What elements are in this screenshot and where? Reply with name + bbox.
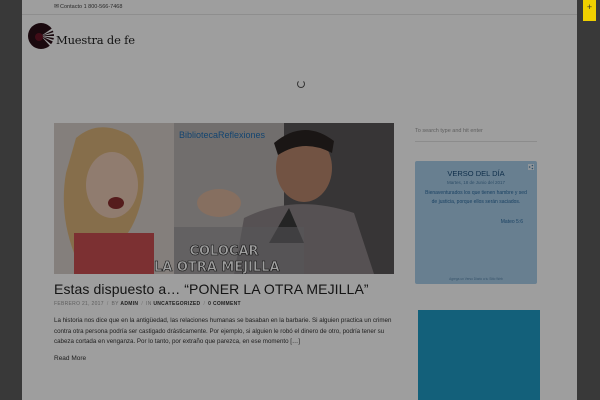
read-more-link[interactable]: Read More — [54, 355, 86, 362]
corner-toggle[interactable]: + — [583, 0, 596, 21]
post-meta: FEBRERO 21, 2017/BY ADMIN / IN UNCATEGORIZ… — [54, 301, 241, 307]
contact-text: Contacto 1 800-566-7468 — [60, 4, 123, 10]
image-caption-line1: COLOCAR — [189, 244, 258, 259]
verse-title: VERSO DEL DÍA — [447, 169, 505, 178]
verse-reference: Mateo 5:6 — [500, 219, 523, 225]
in-label: IN — [146, 301, 152, 307]
post-date: FEBRERO 21, 2017 — [54, 301, 104, 307]
post-comments[interactable]: 0 COMMENT — [208, 301, 241, 307]
plus-icon: + — [586, 2, 593, 12]
logo-icon[interactable] — [26, 21, 56, 51]
spinner-icon — [297, 80, 305, 88]
site-title[interactable]: Muestra de fe — [56, 33, 135, 47]
post-category[interactable]: UNCATEGORIZED — [153, 301, 200, 307]
post-featured-image[interactable]: BibliotecaReflexiones COLOCAR LA OTRA ME… — [54, 123, 394, 274]
sidebar-banner — [418, 310, 540, 400]
verse-footer-link[interactable]: Agrega un Verso Diario a tu Sitio Web — [415, 277, 537, 281]
page: ✉Contacto 1 800-566-7468 Muestra de fe B… — [22, 0, 577, 400]
verse-text: Bienaventurados los que tienen hambre y … — [425, 190, 527, 205]
search-underline — [415, 141, 537, 142]
site-header: Muestra de fe — [22, 15, 577, 65]
by-label: BY — [111, 301, 119, 307]
image-watermark: BibliotecaReflexiones — [179, 130, 266, 140]
envelope-icon: ✉ — [54, 4, 60, 10]
verse-widget: VERSO DEL DÍA Martes, 18 de Junio del 20… — [415, 161, 537, 284]
top-bar: ✉Contacto 1 800-566-7468 — [22, 0, 577, 15]
post-excerpt: La historia nos dice que en la antigüeda… — [54, 317, 392, 345]
post-author[interactable]: ADMIN — [120, 301, 138, 307]
post-title[interactable]: Estas dispuesto a… “PONER LA OTRA MEJILL… — [54, 281, 414, 297]
image-caption-line2: LA OTRA MEJILLA — [154, 260, 280, 274]
search-input[interactable] — [415, 124, 535, 138]
verse-date: Martes, 18 de Junio del 2017 — [446, 180, 506, 185]
contact-info[interactable]: ✉Contacto 1 800-566-7468 — [54, 0, 122, 14]
